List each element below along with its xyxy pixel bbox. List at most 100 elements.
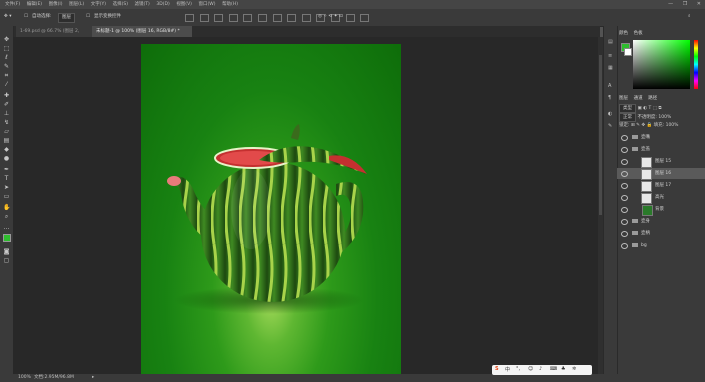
show-transform-checkbox[interactable]: ☐ <box>86 13 90 21</box>
ime-keyboard-icon[interactable]: ⌨ <box>550 366 557 372</box>
marquee-tool-icon[interactable]: ⬚ <box>3 45 10 52</box>
document-canvas[interactable] <box>141 44 401 375</box>
lasso-tool-icon[interactable]: ℓ <box>3 54 10 61</box>
quick-mask-icon[interactable]: ◙ <box>3 248 10 255</box>
menu-image[interactable]: 图像(I) <box>49 0 63 9</box>
menu-help[interactable]: 帮助(H) <box>222 0 238 9</box>
tab-color[interactable]: 颜色 <box>619 31 628 36</box>
ime-punct-button[interactable]: °, <box>516 366 520 372</box>
align-left-icon[interactable] <box>228 14 238 22</box>
minimize-button[interactable]: — <box>668 1 673 7</box>
menu-window[interactable]: 窗口(W) <box>199 0 216 9</box>
zoom-level[interactable]: 100% <box>18 374 31 382</box>
tab-document-1[interactable]: 1-69.psd @ 66.7% (图层 2, RGB/8) * <box>16 26 94 45</box>
layer-kind-dropdown[interactable]: 类型 <box>619 104 636 113</box>
character-panel-icon[interactable]: A <box>608 84 614 89</box>
ime-settings-icon[interactable]: ✲ <box>572 366 576 372</box>
layer-row[interactable]: 壶盖 <box>617 144 705 155</box>
hue-slider[interactable] <box>694 40 698 89</box>
background-swatch[interactable] <box>624 48 632 56</box>
document-size[interactable]: 文档:2.95M/96.8M <box>34 374 74 382</box>
menu-3d[interactable]: 3D(D) <box>156 0 169 9</box>
adjustments-panel-icon[interactable]: ▦ <box>608 66 614 71</box>
layer-row[interactable]: 图层 16 <box>617 168 705 180</box>
workspace-search-icon[interactable]: ⌕ <box>688 13 691 21</box>
healing-brush-tool-icon[interactable]: ✚ <box>3 92 10 99</box>
visibility-eye-icon[interactable] <box>621 159 628 165</box>
visibility-eye-icon[interactable] <box>621 207 628 213</box>
lock-icons[interactable]: ⊞ ✎ ✥ 🔒 <box>631 123 654 128</box>
auto-select-dropdown[interactable]: 图层 <box>58 13 75 23</box>
visibility-eye-icon[interactable] <box>621 135 628 141</box>
shape-tool-icon[interactable]: ▭ <box>3 193 10 200</box>
tab-channels[interactable]: 通道 <box>634 96 643 101</box>
layer-row[interactable]: 高光 <box>617 192 705 204</box>
layer-filter-icons[interactable]: ▣ ◐ T ⬚ ⧉ <box>637 106 661 111</box>
visibility-eye-icon[interactable] <box>621 243 628 249</box>
quick-select-tool-icon[interactable]: ✎ <box>3 63 10 70</box>
tab-layers[interactable]: 图层 <box>619 96 628 101</box>
zoom-tool-icon[interactable]: ⌕ <box>3 213 10 220</box>
brush-panel-icon[interactable]: ✎ <box>608 124 614 129</box>
visibility-eye-icon[interactable] <box>621 171 628 177</box>
ime-mic-icon[interactable]: ♪ <box>539 366 542 372</box>
blend-mode-dropdown[interactable]: 正常 <box>619 113 636 122</box>
align-bottom-icon[interactable] <box>214 14 224 22</box>
crop-tool-icon[interactable]: ⌗ <box>3 72 10 79</box>
history-brush-tool-icon[interactable]: ↯ <box>3 119 10 126</box>
more-tools-icon[interactable]: … <box>3 224 10 231</box>
tab-swatches[interactable]: 色板 <box>634 31 643 36</box>
gradient-tool-icon[interactable]: ▤ <box>3 137 10 144</box>
visibility-eye-icon[interactable] <box>621 219 628 225</box>
status-arrow-icon[interactable]: ▸ <box>92 374 94 382</box>
auto-align-icon[interactable] <box>360 14 370 22</box>
eyedropper-tool-icon[interactable]: ⁄ <box>3 81 10 88</box>
type-tool-icon[interactable]: T <box>3 175 10 182</box>
ime-logo-icon[interactable]: S <box>495 366 499 372</box>
paragraph-panel-icon[interactable]: ¶ <box>608 96 614 101</box>
menu-view[interactable]: 视图(V) <box>176 0 192 9</box>
fill-input[interactable]: 100% <box>666 123 679 128</box>
align-right-icon[interactable] <box>257 14 267 22</box>
auto-select-checkbox[interactable]: ☐ <box>24 13 28 21</box>
eraser-tool-icon[interactable]: ▱ <box>3 128 10 135</box>
close-button[interactable]: ✕ <box>697 1 701 7</box>
tab-paths[interactable]: 路径 <box>648 96 657 101</box>
pen-tool-icon[interactable]: ✒ <box>3 166 10 173</box>
align-top-icon[interactable] <box>185 14 194 22</box>
history-panel-icon[interactable]: ▤ <box>608 40 614 45</box>
dodge-tool-icon[interactable]: ● <box>3 155 10 162</box>
menu-filter[interactable]: 滤镜(T) <box>135 0 150 9</box>
restore-button[interactable]: ❐ <box>683 1 687 7</box>
3d-mode-icons[interactable]: ◎ ✧ ⟲ ✦ ⊡ <box>318 13 343 21</box>
ime-emoji-icon[interactable]: ☺ <box>528 366 533 372</box>
distribute-vcenter-icon[interactable] <box>287 14 297 22</box>
distribute-bottom-icon[interactable] <box>301 14 311 22</box>
layer-row[interactable]: bg <box>617 240 705 251</box>
foreground-color-icon[interactable] <box>3 234 11 242</box>
blur-tool-icon[interactable]: ◆ <box>3 146 10 153</box>
brush-tool-icon[interactable]: ✐ <box>3 101 10 108</box>
distribute-top-icon[interactable] <box>272 14 282 22</box>
layer-row[interactable]: 壶柄 <box>617 228 705 239</box>
align-hcenter-icon[interactable] <box>243 14 253 22</box>
layer-row[interactable]: 图层 17 <box>617 180 705 192</box>
move-tool-icon[interactable]: ✥ <box>3 36 10 43</box>
menu-edit[interactable]: 编辑(E) <box>27 0 42 9</box>
layer-row[interactable]: 壶身 <box>617 216 705 227</box>
vertical-scrollbar-thumb[interactable] <box>599 55 602 215</box>
layer-row[interactable]: 壶嘴 <box>617 132 705 143</box>
hand-tool-icon[interactable]: ✋ <box>3 204 10 211</box>
ime-skin-icon[interactable]: ♣ <box>561 366 565 372</box>
layer-row[interactable]: 图层 15 <box>617 156 705 168</box>
distribute-right-icon[interactable] <box>345 14 355 22</box>
screen-mode-icon[interactable]: ▢ <box>3 257 10 264</box>
menu-file[interactable]: 文件(F) <box>5 0 20 9</box>
path-select-tool-icon[interactable]: ➤ <box>3 184 10 191</box>
visibility-eye-icon[interactable] <box>621 147 628 153</box>
move-tool-icon[interactable]: ✥ ▾ <box>4 13 11 21</box>
opacity-input[interactable]: 100% <box>658 115 671 120</box>
menu-select[interactable]: 选择(S) <box>113 0 128 9</box>
visibility-eye-icon[interactable] <box>621 195 628 201</box>
menu-layer[interactable]: 图层(L) <box>69 0 84 9</box>
